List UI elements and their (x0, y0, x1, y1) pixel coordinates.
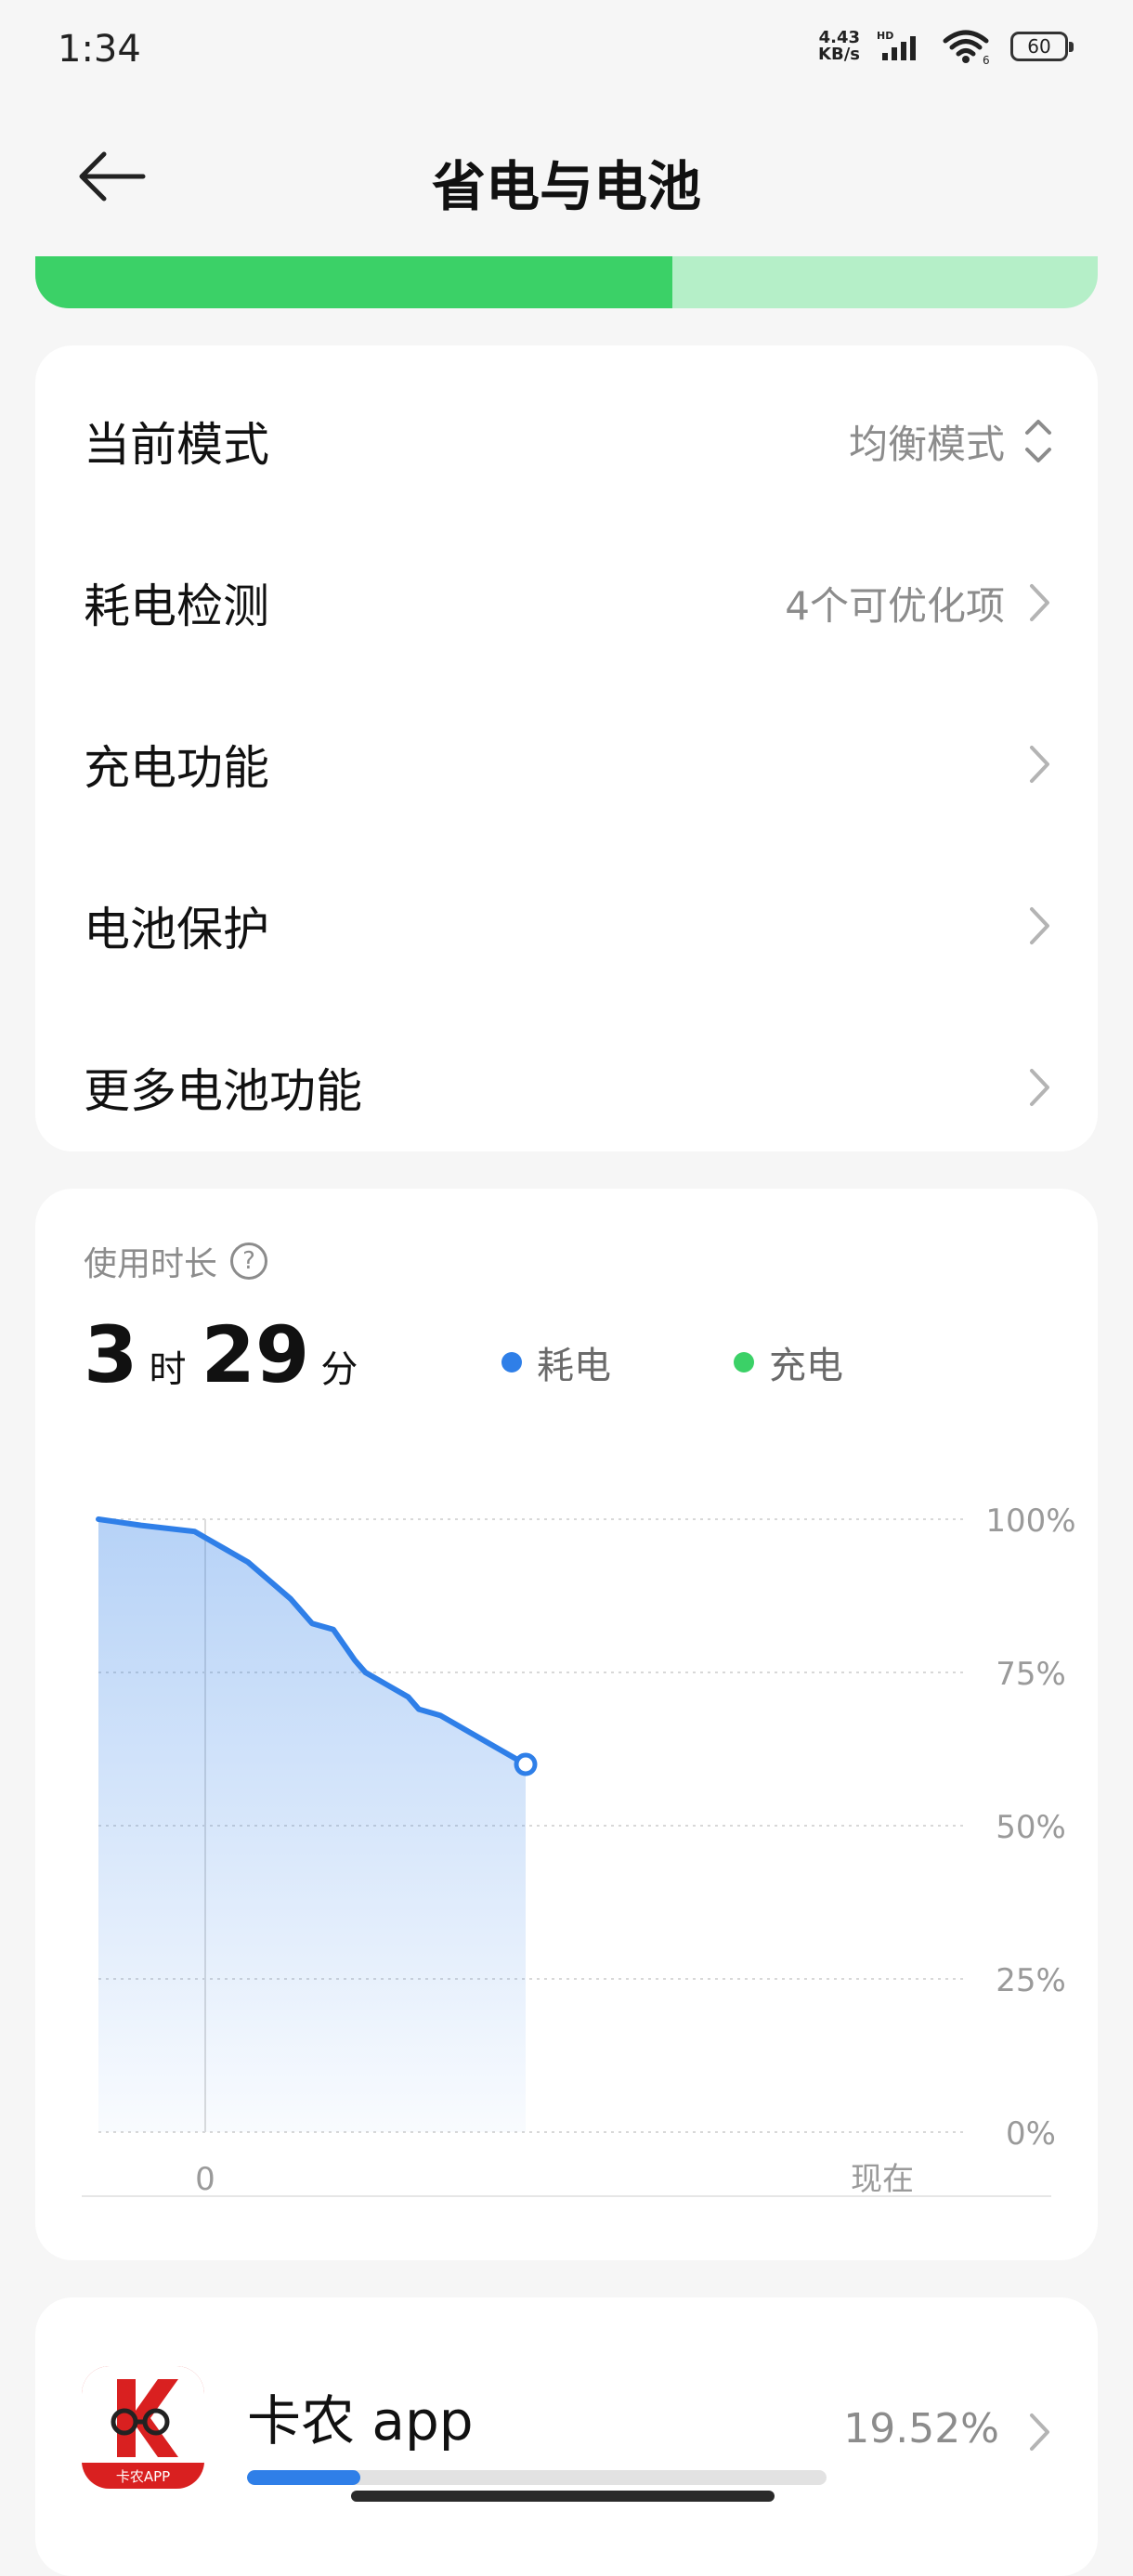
network-speed-unit: KB/s (818, 45, 860, 64)
y-tick-label: 25% (996, 1962, 1066, 1999)
y-tick-label: 100% (985, 1503, 1075, 1540)
card-divider (82, 2195, 1051, 2197)
row-label: 当前模式 (84, 418, 269, 472)
y-tick-label: 0% (1006, 2115, 1056, 2153)
series-area-fill (98, 1519, 526, 2132)
battery-level-bar (35, 256, 1098, 308)
wifi-generation-label: 6 (983, 54, 990, 65)
row-current-mode[interactable]: 当前模式 均衡模式 (35, 360, 1098, 522)
status-bar: 1:34 4.43 KB/s HD 6 60 (0, 0, 1133, 102)
chevron-right-icon (1030, 907, 1049, 944)
row-more-battery-features[interactable]: 更多电池功能 (35, 1007, 1098, 1168)
row-battery-protection[interactable]: 电池保护 (35, 845, 1098, 1007)
row-value: 4个可优化项 (785, 582, 1005, 629)
app-icon-kanong: 卡农APP (82, 2366, 204, 2489)
y-tick-label: 75% (996, 1656, 1066, 1693)
row-label: 更多电池功能 (84, 1064, 362, 1118)
settings-card: 当前模式 均衡模式 耗电检测 4个可优化项 充电功能 电池保护 更多电池功能 (35, 345, 1098, 1151)
battery-usage-chart: 100% 75% 50% 25% 0% 0 现在 (96, 1503, 1076, 2198)
row-label: 耗电检测 (84, 579, 269, 633)
chevron-right-icon (1030, 746, 1049, 783)
kanong-logo-icon: 卡农APP (82, 2366, 204, 2489)
battery-level-fill (35, 256, 673, 308)
y-tick-label: 50% (996, 1809, 1066, 1846)
chevron-right-icon (1030, 584, 1049, 621)
battery-icon: 60 (1010, 32, 1074, 61)
usage-card: 使用时长 ? 3 时 29 分 耗电 充电 100% 75% 50% 25% 0% 0 现在 (35, 1189, 1098, 2260)
app-usage-bar-fill (247, 2470, 360, 2485)
header: 省电与电池 (0, 121, 1133, 232)
status-time: 1:34 (58, 28, 141, 71)
series-end-point (514, 1752, 538, 1776)
network-speed: 4.43 KB/s (818, 30, 860, 63)
row-label: 电池保护 (84, 903, 269, 956)
home-indicator[interactable] (351, 2491, 775, 2502)
status-icons: 4.43 KB/s HD 6 60 (818, 28, 1074, 65)
app-usage-percent: 19.52% (843, 2405, 999, 2452)
network-hd-label: HD (877, 31, 893, 42)
app-usage-bar (247, 2470, 827, 2485)
signal-icon: HD (877, 31, 916, 60)
app-name: 卡农 app (247, 2389, 474, 2452)
x-tick-label: 现在 (851, 2161, 914, 2198)
row-value: 均衡模式 (848, 421, 1005, 467)
row-label: 充电功能 (84, 741, 269, 795)
chart-area-layer (96, 1516, 538, 2132)
chevron-right-icon (1030, 1069, 1049, 1106)
row-power-detection[interactable]: 耗电检测 4个可优化项 (35, 522, 1098, 683)
battery-level-text: 60 (1027, 35, 1051, 58)
app-usage-card: 卡农APP 卡农 app 19.52% (35, 2297, 1098, 2576)
wifi-icon: 6 (943, 30, 990, 65)
page-title: 省电与电池 (431, 155, 701, 218)
app-icon-text: 卡农APP (116, 2468, 170, 2485)
chevron-right-icon[interactable] (1025, 2411, 1053, 2453)
x-tick-label: 0 (195, 2161, 215, 2198)
row-charging-features[interactable]: 充电功能 (35, 683, 1098, 845)
up-down-chevron-icon (1025, 420, 1051, 462)
